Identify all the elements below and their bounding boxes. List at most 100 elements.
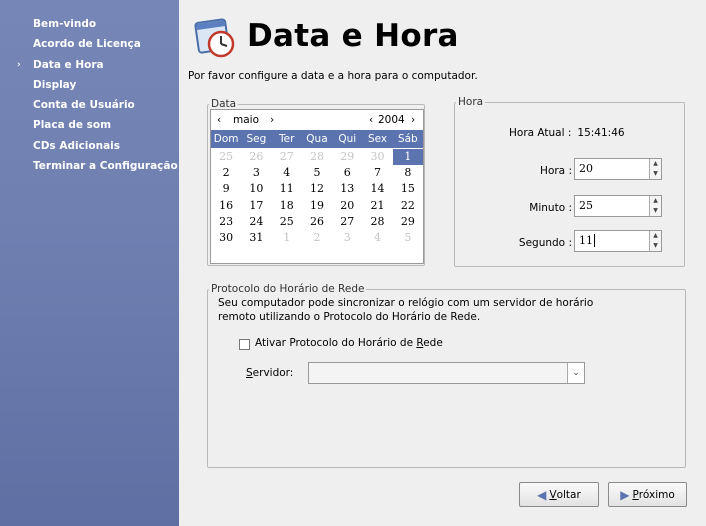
minute-spinner[interactable]: 25 ▲ ▼	[574, 195, 662, 217]
arrow-left-icon: ◀	[537, 487, 547, 502]
year-label: 2004	[378, 114, 405, 126]
next-month-icon[interactable]: ›	[270, 114, 274, 126]
calendar-day[interactable]: 13	[332, 181, 362, 197]
calendar-day[interactable]: 4	[362, 230, 392, 246]
calendar-day[interactable]: 5	[393, 230, 423, 246]
hour-spinner[interactable]: 20 ▲ ▼	[574, 158, 662, 180]
calendar-day[interactable]: 15	[393, 181, 423, 197]
sidebar-item[interactable]: Acordo de Licença	[0, 34, 179, 54]
calendar-day[interactable]: 23	[211, 214, 241, 230]
calendar-day[interactable]: 28	[362, 214, 392, 230]
date-group: Data ‹ maio › ‹ 2004 › Dom Seg Ter Qua Qui Se…	[207, 98, 425, 266]
server-select[interactable]: ⌄	[308, 362, 585, 384]
calendar-day[interactable]: 21	[362, 198, 392, 214]
calendar-day[interactable]: 27	[272, 149, 302, 165]
calendar-day[interactable]: 30	[362, 149, 392, 165]
calendar-day[interactable]: 26	[241, 149, 271, 165]
next-button[interactable]: ▶ Próximo	[608, 482, 687, 507]
calendar-day[interactable]: 29	[393, 214, 423, 230]
sidebar-item-label: Placa de som	[33, 119, 112, 132]
second-label: Segundo :	[518, 237, 572, 249]
prev-month-icon[interactable]: ‹	[217, 114, 221, 126]
calendar-day[interactable]: 25	[272, 214, 302, 230]
clock-calendar-icon	[194, 18, 235, 58]
calendar-day[interactable]: 24	[241, 214, 271, 230]
calendar-day[interactable]: 1	[272, 230, 302, 246]
weekday-label: Sex	[367, 133, 388, 145]
current-time-value: 15:41:46	[577, 127, 625, 139]
next-year-icon[interactable]: ›	[411, 114, 415, 126]
sidebar-item[interactable]: Conta de Usuário	[0, 95, 179, 115]
calendar-day[interactable]: 30	[211, 230, 241, 246]
calendar-day[interactable]: 3	[332, 230, 362, 246]
calendar-day[interactable]: 26	[302, 214, 332, 230]
sidebar-list: Bem-vindo Acordo de Licença › Data e Hora Di…	[0, 0, 179, 176]
minute-down-icon[interactable]: ▼	[650, 206, 661, 216]
calendar-day[interactable]: 31	[241, 230, 271, 246]
sidebar-item[interactable]: › Data e Hora	[0, 55, 179, 75]
page-subtitle: Por favor configure a data e a hora para…	[188, 70, 478, 82]
weekday-label: Sáb	[397, 133, 418, 145]
calendar-day[interactable]: 16	[211, 198, 241, 214]
second-spinner[interactable]: 11 ▲ ▼	[574, 230, 662, 252]
calendar-day[interactable]: 12	[302, 181, 332, 197]
back-mnemonic: V	[549, 488, 557, 501]
calendar-day[interactable]: 3	[241, 165, 271, 181]
back-label: oltar	[556, 488, 581, 501]
calendar-day[interactable]: 29	[332, 149, 362, 165]
minute-label: Minuto :	[529, 202, 572, 214]
calendar-day[interactable]: 19	[302, 198, 332, 214]
calendar-day[interactable]: 2	[302, 230, 332, 246]
hour-down-icon[interactable]: ▼	[650, 169, 661, 179]
calendar-day[interactable]: 5	[302, 165, 332, 181]
calendar-day[interactable]: 4	[272, 165, 302, 181]
calendar-grid: 25 26 27 28 29 30 1 2 3 4 5 6 7 8 9 10 11 12 13 14 15 16 17 18 1…	[211, 149, 423, 246]
calendar-day[interactable]: 22	[393, 198, 423, 214]
weekday-label: Ter	[278, 133, 295, 145]
ntp-enable-checkbox[interactable]	[239, 339, 250, 350]
month-label: maio	[233, 114, 260, 126]
calendar-week: 16 17 18 19 20 21 22	[211, 198, 423, 214]
calendar-day[interactable]: 14	[362, 181, 392, 197]
sidebar-item[interactable]: CDs Adicionais	[0, 136, 179, 156]
back-button[interactable]: ◀ Voltar	[519, 482, 599, 507]
second-spinner-buttons: ▲ ▼	[649, 231, 661, 251]
sidebar-item[interactable]: Placa de som	[0, 115, 179, 135]
ntp-enable-label[interactable]: Ativar Protocolo do Horário de Rede	[255, 337, 443, 349]
minute-up-icon[interactable]: ▲	[650, 196, 661, 206]
hour-value: 20	[579, 162, 593, 175]
calendar: ‹ maio › ‹ 2004 › Dom Seg Ter Qua Qui Sex Sáb …	[210, 109, 424, 264]
calendar-week: 25 26 27 28 29 30 1	[211, 149, 423, 166]
second-label-row: Segundo :	[519, 237, 572, 249]
current-time-row: Hora Atual : 15:41:46	[509, 127, 625, 139]
calendar-day[interactable]: 18	[272, 198, 302, 214]
sidebar-item[interactable]: Bem-vindo	[0, 14, 179, 34]
hour-up-icon[interactable]: ▲	[650, 159, 661, 169]
chevron-down-icon[interactable]: ⌄	[567, 363, 584, 383]
server-label-mnemonic: S	[246, 367, 253, 379]
calendar-day[interactable]: 10	[241, 181, 271, 197]
calendar-day[interactable]: 11	[272, 181, 302, 197]
server-label-rest: ervidor:	[252, 367, 294, 379]
ntp-legend: Protocolo do Horário de Rede	[209, 283, 367, 295]
calendar-day[interactable]: 2	[211, 165, 241, 181]
calendar-day[interactable]: 7	[362, 165, 392, 181]
calendar-day[interactable]: 20	[332, 198, 362, 214]
ntp-description: Seu computador pode sincronizar o relógi…	[218, 297, 594, 323]
sidebar-item-label: Conta de Usuário	[33, 99, 135, 112]
second-up-icon[interactable]: ▲	[650, 231, 661, 241]
calendar-day[interactable]: 17	[241, 198, 271, 214]
minute-label-row: Minuto :	[529, 202, 572, 214]
calendar-day[interactable]: 9	[211, 181, 241, 197]
calendar-day[interactable]: 25	[211, 149, 241, 165]
calendar-day[interactable]: 28	[302, 149, 332, 165]
calendar-day-selected[interactable]: 1	[392, 149, 423, 166]
calendar-day[interactable]: 8	[393, 165, 423, 181]
prev-year-icon[interactable]: ‹	[369, 114, 373, 126]
ntp-enable-label-pre: Ativar Protocolo do Horário de	[255, 337, 417, 349]
calendar-day[interactable]: 27	[332, 214, 362, 230]
sidebar-item[interactable]: Terminar a Configuração	[0, 156, 179, 176]
second-down-icon[interactable]: ▼	[650, 241, 661, 251]
sidebar-item[interactable]: Display	[0, 75, 179, 95]
calendar-day[interactable]: 6	[332, 165, 362, 181]
